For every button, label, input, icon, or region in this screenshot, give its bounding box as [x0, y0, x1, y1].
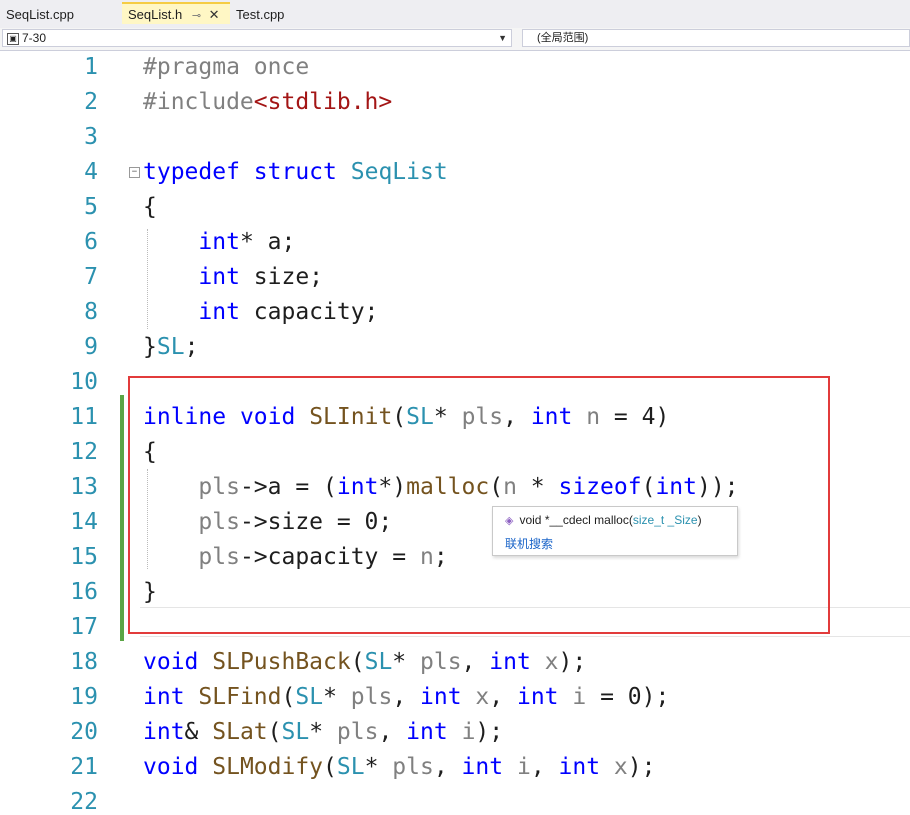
code-line: void SLPushBack(SL* pls, int x);	[143, 649, 587, 675]
code-line: int* a;	[198, 229, 296, 255]
scope-dropdown[interactable]: (全局范围)	[522, 29, 910, 47]
line-number: 17	[70, 614, 98, 640]
tab-label: SeqList.h	[128, 7, 183, 22]
close-icon[interactable]: ✕	[209, 7, 220, 22]
file-icon: ▣	[7, 33, 19, 45]
tab-test-cpp[interactable]: Test.cpp	[230, 4, 330, 26]
cube-icon: ◈	[505, 515, 514, 527]
line-number: 18	[70, 649, 98, 675]
code-line: #pragma once	[143, 54, 310, 80]
line-number: 19	[70, 684, 98, 710]
line-number: 10	[70, 369, 98, 395]
line-number: 14	[70, 509, 98, 535]
code-line: void SLModify(SL* pls, int i, int x);	[143, 754, 656, 780]
highlight-box	[128, 376, 830, 634]
project-dropdown[interactable]: ▣ 7-30 ▼	[2, 29, 512, 47]
line-number: 8	[84, 299, 98, 325]
code-line: int SLFind(SL* pls, int x, int i = 0);	[143, 684, 670, 710]
code-line: int& SLat(SL* pls, int i);	[143, 719, 504, 745]
line-number: 3	[84, 124, 98, 150]
line-number: 16	[70, 579, 98, 605]
project-label: 7-30	[22, 31, 47, 45]
code-line: {	[143, 194, 157, 220]
document-tab-bar: SeqList.cpp SeqList.h ⊸ ✕ Test.cpp	[0, 0, 910, 29]
pin-icon[interactable]: ⊸	[192, 10, 201, 22]
code-line: int size;	[198, 264, 324, 290]
line-number: 4	[84, 159, 98, 185]
line-number: 1	[84, 54, 98, 80]
code-line: }SL;	[143, 334, 199, 360]
scope-label: (全局范围)	[537, 32, 589, 44]
line-number: 6	[84, 229, 98, 255]
line-number: 7	[84, 264, 98, 290]
tab-label: SeqList.cpp	[6, 7, 74, 22]
tooltip-signature: ◈ void *__cdecl malloc(size_t _Size)	[505, 513, 702, 527]
line-number: 21	[70, 754, 98, 780]
line-number: 11	[70, 404, 98, 430]
line-number: 22	[70, 789, 98, 815]
line-number: 5	[84, 194, 98, 220]
line-number: 13	[70, 474, 98, 500]
collapse-icon[interactable]: −	[129, 167, 140, 178]
tab-seqlist-h[interactable]: SeqList.h ⊸ ✕	[122, 2, 230, 24]
tab-seqlist-cpp[interactable]: SeqList.cpp	[0, 4, 122, 26]
tab-label: Test.cpp	[236, 7, 285, 22]
chevron-down-icon[interactable]: ▼	[498, 30, 507, 46]
navigation-bar: ▣ 7-30 ▼ (全局范围)	[0, 28, 910, 51]
line-number: 15	[70, 544, 98, 570]
code-line: #include<stdlib.h>	[143, 89, 393, 115]
line-number: 9	[84, 334, 98, 360]
online-search-link[interactable]: 联机搜索	[505, 535, 553, 552]
code-line: typedef struct SeqList	[143, 159, 448, 185]
quickinfo-tooltip: ◈ void *__cdecl malloc(size_t _Size) 联机搜索	[492, 506, 738, 556]
code-line: int capacity;	[198, 299, 379, 325]
line-number: 12	[70, 439, 98, 465]
change-indicator-bar	[120, 395, 124, 641]
line-number: 2	[84, 89, 98, 115]
line-number: 20	[70, 719, 98, 745]
